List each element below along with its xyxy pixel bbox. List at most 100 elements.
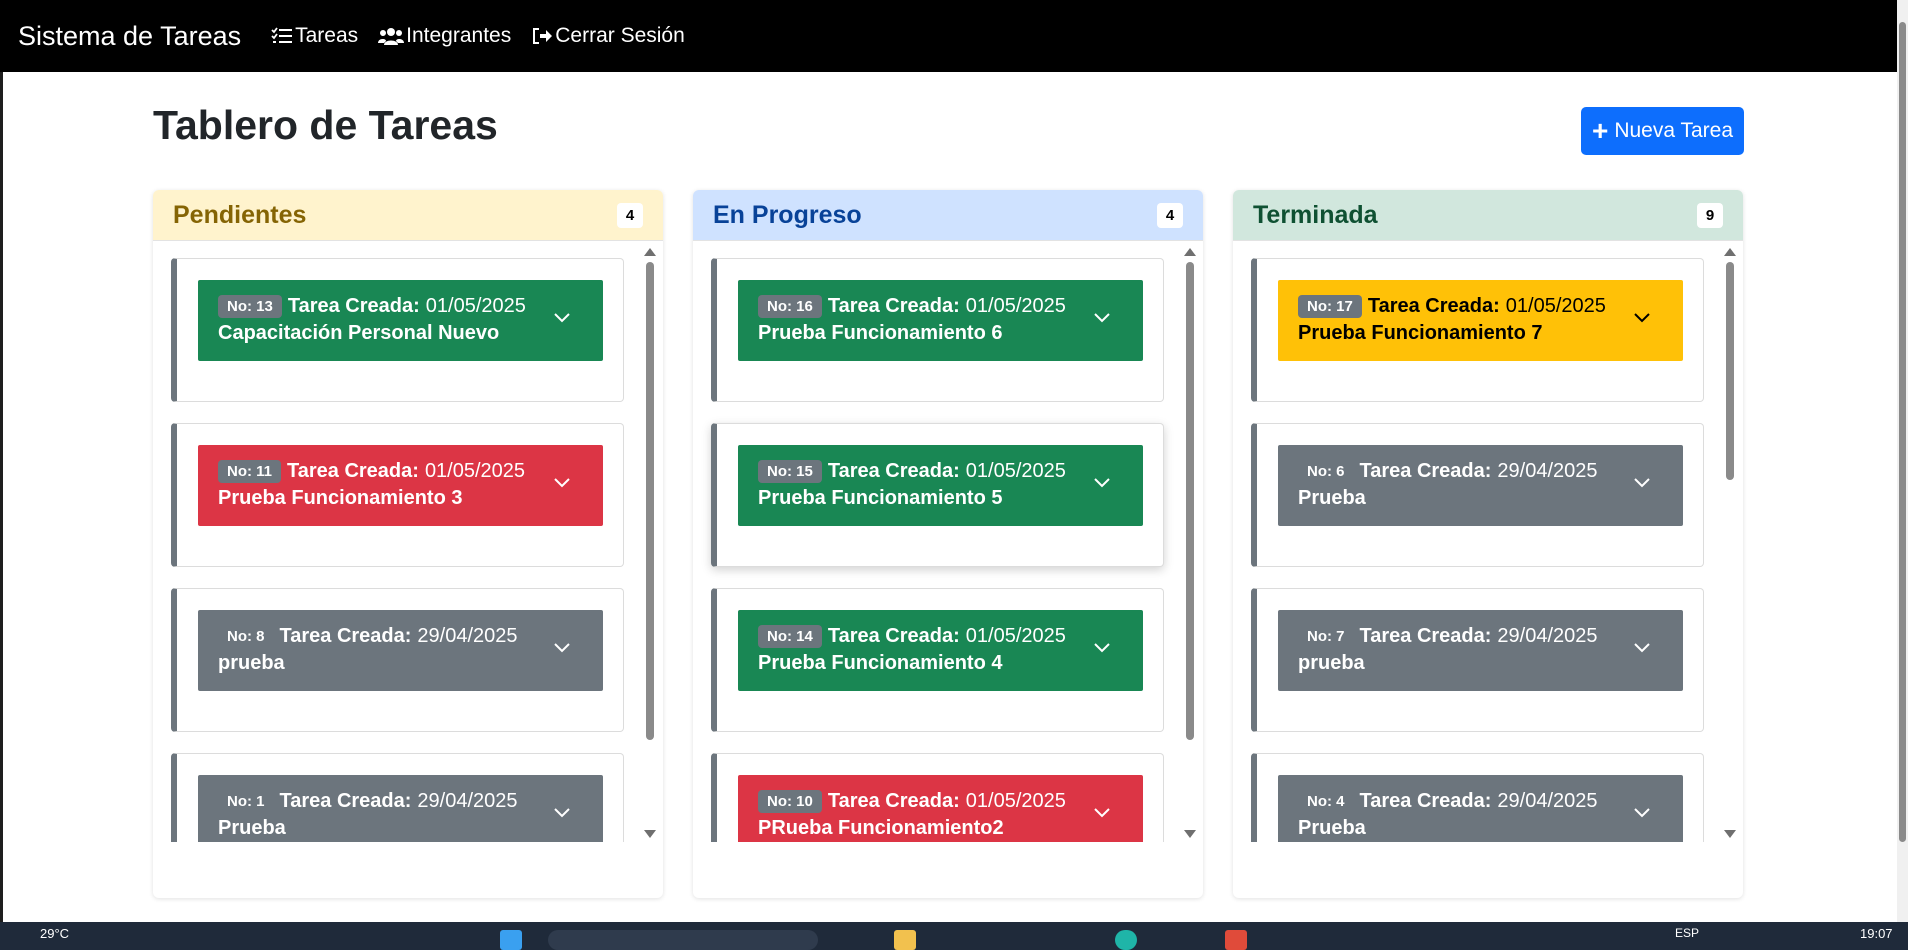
task-number-badge: No: 10 [758, 789, 822, 813]
column-body: No: 16 Tarea Creada: 01/05/2025 Prueba Func… [693, 242, 1203, 842]
task-header[interactable]: No: 1 Tarea Creada: 29/04/2025 Prueba [198, 775, 603, 842]
column-scrollbar[interactable] [1183, 248, 1197, 838]
task-name: Prueba Funcionamiento 6 [758, 322, 1003, 344]
task-card[interactable]: No: 6 Tarea Creada: 29/04/2025 Prueba [1251, 423, 1704, 567]
search-box[interactable] [548, 930, 818, 950]
column-title: Terminada [1253, 200, 1378, 229]
scroll-down-arrow-icon[interactable] [644, 830, 656, 838]
task-card[interactable]: No: 10 Tarea Creada: 01/05/2025 PRueba Func… [711, 753, 1164, 842]
expand-toggle[interactable] [1093, 475, 1111, 493]
task-created-label: Tarea Creada: [827, 789, 960, 812]
expand-toggle[interactable] [553, 310, 571, 328]
expand-toggle[interactable] [1093, 805, 1111, 823]
task-card[interactable]: No: 13 Tarea Creada: 01/05/2025 Capacitació… [171, 258, 624, 402]
task-card[interactable]: No: 14 Tarea Creada: 01/05/2025 Prueba Func… [711, 588, 1164, 732]
nav-link-label: Cerrar Sesión [555, 24, 685, 47]
task-name: prueba [1298, 652, 1365, 674]
task-number-badge: No: 16 [758, 294, 822, 318]
task-card[interactable]: No: 8 Tarea Creada: 29/04/2025 prueba [171, 588, 624, 732]
task-created-label: Tarea Creada: [827, 459, 960, 482]
expand-toggle[interactable] [553, 640, 571, 658]
folder-icon[interactable] [894, 930, 916, 950]
main-content: Tablero de Tareas + Nueva Tarea Pendient… [3, 72, 1897, 922]
app-icon[interactable] [1225, 930, 1247, 950]
task-name: Prueba [1298, 487, 1366, 509]
scroll-up-arrow-icon[interactable] [644, 248, 656, 256]
scroll-down-arrow-icon[interactable] [1184, 830, 1196, 838]
column-scrollbar[interactable] [1723, 248, 1737, 838]
task-card[interactable]: No: 4 Tarea Creada: 29/04/2025 Prueba [1251, 753, 1704, 842]
task-name: PRueba Funcionamiento2 [758, 817, 1004, 839]
task-header[interactable]: No: 8 Tarea Creada: 29/04/2025 prueba [198, 610, 603, 691]
expand-toggle[interactable] [1093, 640, 1111, 658]
expand-toggle[interactable] [553, 475, 571, 493]
expand-toggle[interactable] [1633, 310, 1651, 328]
task-date: 01/05/2025 [965, 294, 1066, 317]
page-scrollbar-thumb[interactable] [1899, 22, 1906, 842]
task-date: 01/05/2025 [1505, 294, 1606, 317]
task-header[interactable]: No: 10 Tarea Creada: 01/05/2025 PRueba Func… [738, 775, 1143, 842]
task-created-label: Tarea Creada: [1367, 294, 1500, 317]
expand-toggle[interactable] [1633, 805, 1651, 823]
os-taskbar: 29°C ESP 19:07 [0, 922, 1908, 950]
expand-toggle[interactable] [1093, 310, 1111, 328]
task-created-label: Tarea Creada: [1359, 624, 1492, 647]
new-task-label: Nueva Tarea [1614, 119, 1734, 142]
task-name: Prueba Funcionamiento 3 [218, 487, 463, 509]
task-header[interactable]: No: 14 Tarea Creada: 01/05/2025 Prueba Func… [738, 610, 1143, 691]
nav-link-integrantes[interactable]: Integrantes [378, 24, 511, 48]
scroll-down-arrow-icon[interactable] [1724, 830, 1736, 838]
logout-icon [533, 28, 553, 44]
chevron-down-icon [554, 478, 570, 488]
task-date: 29/04/2025 [417, 624, 518, 647]
task-date: 29/04/2025 [417, 789, 518, 812]
weather-text[interactable]: 29°C [40, 926, 69, 941]
task-card[interactable]: No: 15 Tarea Creada: 01/05/2025 Prueba Func… [711, 423, 1164, 567]
column-count-badge: 4 [1157, 202, 1183, 228]
expand-toggle[interactable] [1633, 475, 1651, 493]
task-created-label: Tarea Creada: [287, 459, 419, 482]
expand-toggle[interactable] [1633, 640, 1651, 658]
task-card[interactable]: No: 7 Tarea Creada: 29/04/2025 prueba [1251, 588, 1704, 732]
task-header[interactable]: No: 15 Tarea Creada: 01/05/2025 Prueba Func… [738, 445, 1143, 526]
browser-icon[interactable] [1115, 930, 1137, 950]
task-name: Prueba [1298, 817, 1366, 839]
brand-link[interactable]: Sistema de Tareas [18, 21, 241, 52]
task-card[interactable]: No: 17 Tarea Creada: 01/05/2025 Prueba Func… [1251, 258, 1704, 402]
scroll-up-arrow-icon[interactable] [1724, 248, 1736, 256]
windows-start-icon[interactable] [500, 930, 522, 950]
task-header[interactable]: No: 13 Tarea Creada: 01/05/2025 Capacitació… [198, 280, 603, 361]
column-body: No: 13 Tarea Creada: 01/05/2025 Capacitació… [153, 242, 663, 842]
task-header[interactable]: No: 16 Tarea Creada: 01/05/2025 Prueba Func… [738, 280, 1143, 361]
column-scrollbar[interactable] [643, 248, 657, 838]
task-card[interactable]: No: 11 Tarea Creada: 01/05/2025 Prueba Func… [171, 423, 624, 567]
task-card[interactable]: No: 16 Tarea Creada: 01/05/2025 Prueba Func… [711, 258, 1164, 402]
task-header[interactable]: No: 11 Tarea Creada: 01/05/2025 Prueba Func… [198, 445, 603, 526]
nav-link-label: Integrantes [406, 24, 512, 47]
new-task-button[interactable]: + Nueva Tarea [1581, 107, 1744, 155]
nav-link-cerrar-sesion[interactable]: Cerrar Sesión [531, 24, 685, 48]
task-date: 01/05/2025 [425, 294, 526, 317]
column-scrollbar-thumb[interactable] [1726, 262, 1734, 480]
column-title: Pendientes [173, 200, 307, 229]
column-scrollbar-thumb[interactable] [646, 262, 654, 740]
language-indicator[interactable]: ESP [1675, 926, 1699, 940]
task-header[interactable]: No: 4 Tarea Creada: 29/04/2025 Prueba [1278, 775, 1683, 842]
clock[interactable]: 19:07 [1860, 926, 1893, 941]
scroll-up-arrow-icon[interactable] [1184, 248, 1196, 256]
task-number-badge: No: 13 [218, 294, 282, 318]
column-count-badge: 9 [1697, 202, 1723, 228]
column-scrollbar-thumb[interactable] [1186, 262, 1194, 740]
expand-toggle[interactable] [553, 805, 571, 823]
page-scrollbar[interactable] [1897, 0, 1908, 922]
task-name: Capacitación Personal Nuevo [218, 322, 500, 344]
task-header[interactable]: No: 17 Tarea Creada: 01/05/2025 Prueba Func… [1278, 280, 1683, 361]
task-name: Prueba Funcionamiento 5 [758, 487, 1003, 509]
task-date: 01/05/2025 [965, 624, 1066, 647]
nav-link-tareas[interactable]: Tareas [271, 24, 358, 48]
column-header: Terminada 9 [1233, 190, 1743, 241]
column-header: Pendientes 4 [153, 190, 663, 241]
task-header[interactable]: No: 7 Tarea Creada: 29/04/2025 prueba [1278, 610, 1683, 691]
task-card[interactable]: No: 1 Tarea Creada: 29/04/2025 Prueba [171, 753, 624, 842]
task-header[interactable]: No: 6 Tarea Creada: 29/04/2025 Prueba [1278, 445, 1683, 526]
